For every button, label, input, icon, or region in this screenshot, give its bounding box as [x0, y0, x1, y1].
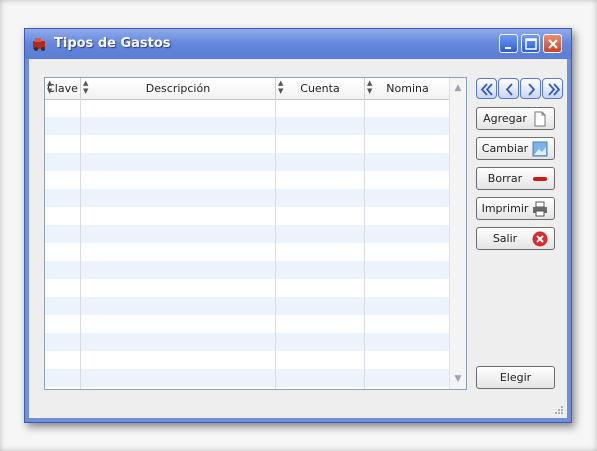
- delete-button[interactable]: Borrar: [476, 167, 555, 190]
- add-button[interactable]: Agregar: [476, 107, 555, 130]
- print-button[interactable]: Imprimir: [476, 197, 555, 220]
- column-header-nomina[interactable]: ▲ ▼ Nomina: [365, 78, 451, 99]
- vertical-scrollbar[interactable]: ▲ ▼: [449, 78, 466, 389]
- grid-header: ▲ ▼ Clave ▲ ▼ Descripción ▲ ▼ Cuenta ▲ ▼ Nom…: [45, 78, 451, 100]
- last-record-button[interactable]: [542, 78, 563, 99]
- grid-rows: [45, 99, 449, 389]
- close-icon: [548, 39, 558, 49]
- title-bar[interactable]: Tipos de Gastos: [25, 29, 571, 59]
- column-divider: [80, 99, 81, 389]
- table-row[interactable]: [45, 189, 449, 207]
- sort-icon: ▲ ▼: [83, 79, 89, 95]
- print-button-label: Imprimir: [481, 202, 529, 215]
- next-icon: [528, 83, 536, 96]
- table-row[interactable]: [45, 297, 449, 315]
- last-icon: [548, 83, 561, 96]
- select-button-label: Elegir: [499, 371, 532, 384]
- table-row[interactable]: [45, 99, 449, 117]
- table-row[interactable]: [45, 117, 449, 135]
- column-label: Nomina: [386, 82, 429, 95]
- column-header-cuenta[interactable]: ▲ ▼ Cuenta: [276, 78, 365, 99]
- close-button[interactable]: [543, 34, 562, 53]
- table-row[interactable]: [45, 333, 449, 351]
- cancel-icon: [532, 231, 548, 247]
- exit-button-label: Salir: [492, 232, 518, 245]
- column-label: Cuenta: [300, 82, 340, 95]
- exit-button[interactable]: Salir: [476, 227, 555, 250]
- edit-button[interactable]: Cambiar: [476, 137, 555, 160]
- column-divider: [275, 99, 276, 389]
- column-header-clave[interactable]: ▲ ▼ Clave: [45, 78, 81, 99]
- table-row[interactable]: [45, 135, 449, 153]
- table-row[interactable]: [45, 243, 449, 261]
- delete-button-label: Borrar: [487, 172, 523, 185]
- resize-grip-icon[interactable]: [554, 405, 564, 415]
- minimize-icon: [505, 47, 511, 49]
- column-header-descripcion[interactable]: ▲ ▼ Descripción: [81, 78, 276, 99]
- table-row[interactable]: [45, 279, 449, 297]
- table-row[interactable]: [45, 171, 449, 189]
- new-document-icon: [534, 111, 546, 127]
- edit-picture-icon: [532, 141, 548, 157]
- table-row[interactable]: [45, 351, 449, 369]
- column-divider: [364, 99, 365, 389]
- scroll-up-icon[interactable]: ▲: [451, 80, 465, 96]
- table-row[interactable]: [45, 207, 449, 225]
- sort-icon: ▲ ▼: [278, 79, 284, 95]
- maximize-button[interactable]: [521, 34, 540, 53]
- expense-types-grid[interactable]: ▲ ▼ Clave ▲ ▼ Descripción ▲ ▼ Cuenta ▲ ▼ Nom…: [44, 77, 467, 390]
- table-row[interactable]: [45, 225, 449, 243]
- printer-icon: [533, 201, 547, 217]
- first-icon: [480, 83, 493, 96]
- next-record-button[interactable]: [520, 78, 541, 99]
- minus-icon: [533, 177, 547, 181]
- select-button[interactable]: Elegir: [476, 366, 555, 389]
- previous-icon: [505, 83, 513, 96]
- first-record-button[interactable]: [476, 78, 497, 99]
- window-title: Tipos de Gastos: [54, 36, 171, 51]
- add-button-label: Agregar: [483, 112, 527, 125]
- scroll-down-icon[interactable]: ▼: [451, 371, 465, 387]
- minimize-button[interactable]: [499, 34, 518, 53]
- dialog-window: Tipos de Gastos ▲ ▼ Clave ▲ ▼ Descripció…: [24, 28, 572, 423]
- edit-button-label: Cambiar: [481, 142, 529, 155]
- client-area: ▲ ▼ Clave ▲ ▼ Descripción ▲ ▼ Cuenta ▲ ▼ Nom…: [29, 59, 567, 418]
- column-label: Descripción: [145, 82, 211, 95]
- table-row[interactable]: [45, 315, 449, 333]
- table-row[interactable]: [45, 369, 449, 387]
- maximize-icon: [525, 38, 537, 50]
- table-row[interactable]: [45, 153, 449, 171]
- previous-record-button[interactable]: [498, 78, 519, 99]
- sort-icon: ▲ ▼: [47, 79, 53, 95]
- table-row[interactable]: [45, 261, 449, 279]
- sort-icon: ▲ ▼: [367, 79, 373, 95]
- app-icon: [33, 38, 45, 51]
